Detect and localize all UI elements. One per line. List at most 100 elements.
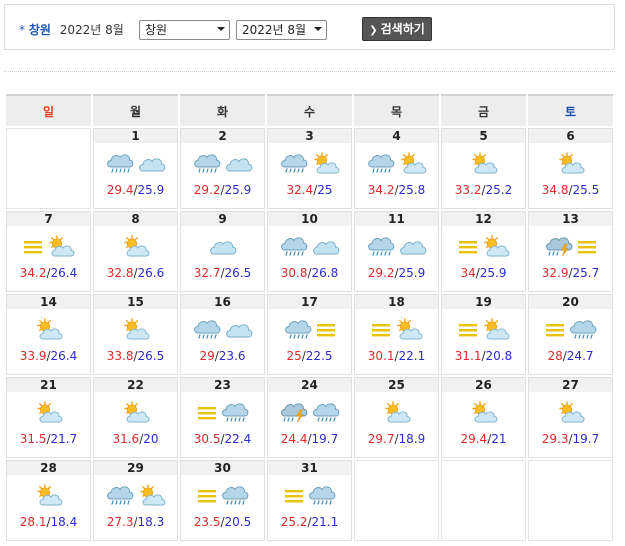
day-number: 12 — [442, 212, 525, 226]
max-temp: 34.8 — [541, 183, 569, 197]
calendar-empty-cell — [441, 460, 526, 541]
min-temp: 20.8 — [485, 349, 513, 363]
region-select[interactable]: 창원 — [139, 20, 230, 40]
weather-icons — [181, 149, 264, 179]
sun-cloud-icon — [469, 152, 499, 176]
weather-icons — [7, 232, 90, 262]
temperature: 29.2/25.9 — [355, 266, 438, 280]
calendar-day-cell: 2 29.2/25.9 — [180, 128, 265, 209]
temperature: 27.3/18.3 — [94, 515, 177, 529]
day-number: 24 — [268, 378, 351, 392]
day-number: 22 — [94, 378, 177, 392]
min-temp: 25.9 — [224, 183, 252, 197]
weather-icons — [7, 481, 90, 511]
haze-icon — [22, 238, 44, 256]
weather-icons — [529, 315, 612, 345]
temperature: 32.4/25 — [268, 183, 351, 197]
day-number: 2 — [181, 129, 264, 143]
min-temp: 25.9 — [137, 183, 165, 197]
sun-cloud-icon — [481, 318, 511, 342]
divider — [4, 71, 615, 72]
cloud-icon — [224, 319, 254, 341]
calendar-day-cell: 25 29.7/18.9 — [354, 377, 439, 458]
weekday-fri: 금 — [441, 94, 526, 126]
weather-icons — [268, 481, 351, 511]
day-number: 8 — [94, 212, 177, 226]
sun-cloud-icon — [394, 318, 424, 342]
min-temp: 25.5 — [572, 183, 600, 197]
min-temp: 25.8 — [398, 183, 426, 197]
weather-icons — [181, 481, 264, 511]
min-temp: 22.1 — [398, 349, 426, 363]
weather-icons — [94, 315, 177, 345]
temperature: 32.9/25.7 — [529, 266, 612, 280]
calendar-week-row: 28 28.1/18.4 29 27.3/18.3 30 23.5/20.5 31 25.2/… — [6, 460, 613, 541]
search-button[interactable]: ❯ 검색하기 — [362, 17, 432, 41]
max-temp: 27.3 — [106, 515, 134, 529]
haze-icon — [196, 487, 218, 505]
max-temp: 32.9 — [541, 266, 569, 280]
haze-icon — [544, 321, 566, 339]
rain-cloud-icon — [220, 402, 250, 424]
day-number: 19 — [442, 295, 525, 309]
region-title: * 창원 2022년 8월 — [19, 21, 124, 38]
search-panel: * 창원 2022년 8월 창원 2022년 8월 ❯ 검색하기 — [4, 4, 615, 50]
temperature: 25/22.5 — [268, 349, 351, 363]
max-temp: 25.2 — [280, 515, 308, 529]
weekday-mon: 월 — [93, 94, 178, 126]
max-temp: 34.2 — [19, 266, 47, 280]
temperature: 28/24.7 — [529, 349, 612, 363]
day-number: 7 — [7, 212, 90, 226]
sun-cloud-icon — [34, 401, 64, 425]
weather-calendar: 일 월 화 수 목 금 토 1 29.4/25.9 2 29.2/25.9 3 32.4/… — [4, 92, 615, 543]
title-date: 2022년 8월 — [59, 23, 124, 37]
cloud-icon — [311, 236, 341, 258]
calendar-day-cell: 19 31.1/20.8 — [441, 294, 526, 375]
weather-icons — [181, 315, 264, 345]
day-number: 3 — [268, 129, 351, 143]
min-temp: 18.4 — [50, 515, 78, 529]
rain-cloud-icon — [192, 319, 222, 341]
haze-icon — [576, 238, 598, 256]
weather-icons — [268, 232, 351, 262]
max-temp: 29.2 — [193, 183, 221, 197]
min-temp: 18.9 — [398, 432, 426, 446]
temperature: 29.7/18.9 — [355, 432, 438, 446]
max-temp: 23.5 — [193, 515, 221, 529]
temperature: 29.2/25.9 — [181, 183, 264, 197]
max-temp: 29.4 — [106, 183, 134, 197]
temperature: 28.1/18.4 — [7, 515, 90, 529]
calendar-day-cell: 6 34.8/25.5 — [528, 128, 613, 209]
temperature: 31.5/21.7 — [7, 432, 90, 446]
chevron-right-icon: ❯ — [369, 25, 378, 36]
calendar-day-cell: 7 34.2/26.4 — [6, 211, 91, 292]
max-temp: 29.3 — [541, 432, 569, 446]
weekday-thu: 목 — [354, 94, 439, 126]
weather-icons — [181, 398, 264, 428]
max-temp: 30.1 — [367, 349, 395, 363]
weather-icons — [94, 481, 177, 511]
day-number: 26 — [442, 378, 525, 392]
thunder-rain-icon — [544, 236, 574, 258]
weather-icons — [268, 315, 351, 345]
temperature: 29/23.6 — [181, 349, 264, 363]
temperature: 34/25.9 — [442, 266, 525, 280]
month-select[interactable]: 2022년 8월 — [236, 20, 327, 40]
sun-cloud-icon — [398, 152, 428, 176]
max-temp: 28 — [547, 349, 563, 363]
rain-cloud-icon — [283, 319, 313, 341]
min-temp: 25.9 — [479, 266, 507, 280]
max-temp: 32.7 — [193, 266, 221, 280]
calendar-empty-cell — [528, 460, 613, 541]
temperature: 33.2/25.2 — [442, 183, 525, 197]
chevron-down-icon — [217, 27, 225, 31]
region-select-value: 창원 — [145, 23, 168, 37]
min-temp: 26.4 — [50, 266, 78, 280]
calendar-week-row: 21 31.5/21.7 22 31.6/20 23 30.5/22.4 24 24.4/19… — [6, 377, 613, 458]
haze-icon — [370, 321, 392, 339]
min-temp: 26.4 — [50, 349, 78, 363]
calendar-day-cell: 22 31.6/20 — [93, 377, 178, 458]
min-temp: 18.3 — [137, 515, 165, 529]
title-city: 창원 — [28, 23, 51, 37]
max-temp: 29.4 — [460, 432, 488, 446]
